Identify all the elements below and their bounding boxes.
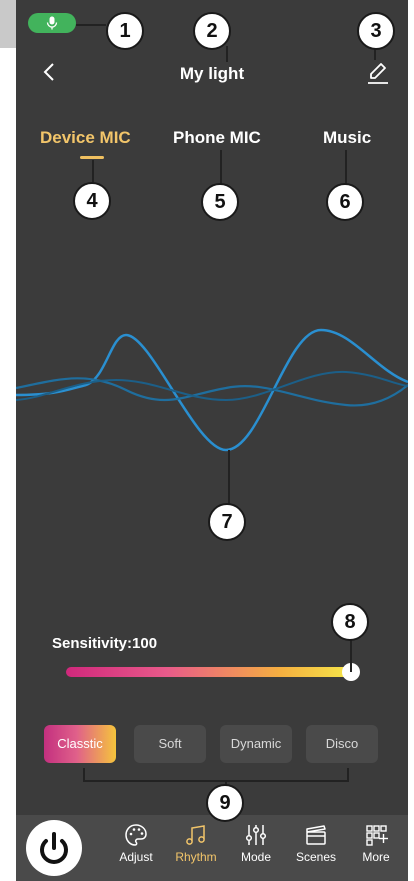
callout-leader bbox=[220, 150, 222, 184]
callout-marker: 8 bbox=[331, 603, 369, 641]
callout-marker: 7 bbox=[208, 503, 246, 541]
effect-classtic-button[interactable]: Classtic bbox=[44, 725, 116, 763]
nav-label: Mode bbox=[240, 850, 272, 864]
nav-label: Scenes bbox=[295, 850, 337, 864]
power-icon bbox=[40, 832, 68, 864]
clapperboard-icon bbox=[306, 825, 326, 845]
app-screen: My light Device MIC Phone MIC Music Sens… bbox=[16, 0, 408, 881]
microphone-icon bbox=[46, 16, 58, 30]
callout-leader bbox=[345, 150, 347, 184]
pencil-icon[interactable] bbox=[366, 60, 390, 86]
nav-adjust[interactable]: Adjust bbox=[108, 823, 164, 864]
callout-marker: 4 bbox=[73, 182, 111, 220]
tab-music[interactable]: Music bbox=[323, 128, 371, 148]
nav-label: Rhythm bbox=[175, 850, 217, 864]
active-tab-indicator bbox=[80, 156, 104, 159]
nav-more[interactable]: More bbox=[348, 823, 404, 864]
power-button[interactable] bbox=[26, 820, 82, 876]
grid-plus-icon bbox=[366, 825, 388, 846]
sensitivity-slider[interactable] bbox=[66, 667, 353, 677]
callout-leader bbox=[350, 640, 352, 672]
nav-rhythm[interactable]: Rhythm bbox=[168, 823, 224, 864]
sound-wave-visual bbox=[16, 328, 408, 452]
sliders-icon bbox=[245, 825, 267, 845]
callout-marker: 1 bbox=[106, 12, 144, 50]
callout-marker: 3 bbox=[357, 12, 395, 50]
callout-marker: 9 bbox=[206, 784, 244, 822]
nav-mode[interactable]: Mode bbox=[228, 823, 284, 864]
nav-scenes[interactable]: Scenes bbox=[288, 823, 344, 864]
callout-bracket bbox=[83, 768, 349, 782]
nav-label: More bbox=[362, 850, 390, 864]
callout-leader bbox=[228, 450, 230, 504]
callout-leader bbox=[226, 46, 228, 62]
callout-marker: 5 bbox=[201, 183, 239, 221]
callout-marker: 2 bbox=[193, 12, 231, 50]
sensitivity-label: Sensitivity:100 bbox=[52, 635, 158, 652]
tab-device-mic[interactable]: Device MIC bbox=[40, 128, 131, 148]
palette-icon bbox=[125, 824, 147, 846]
music-note-icon bbox=[186, 825, 205, 845]
tab-phone-mic[interactable]: Phone MIC bbox=[173, 128, 261, 148]
nav-label: Adjust bbox=[119, 850, 153, 864]
effect-dynamic-button[interactable]: Dynamic bbox=[220, 725, 292, 763]
mic-indicator[interactable] bbox=[28, 13, 76, 33]
callout-leader bbox=[76, 24, 106, 26]
bottom-nav: Adjust Rhythm Mode Scenes More bbox=[16, 815, 408, 881]
callout-leader bbox=[92, 160, 94, 182]
effect-soft-button[interactable]: Soft bbox=[134, 725, 206, 763]
callout-marker: 6 bbox=[326, 183, 364, 221]
effect-disco-button[interactable]: Disco bbox=[306, 725, 378, 763]
page-title: My light bbox=[179, 64, 245, 83]
